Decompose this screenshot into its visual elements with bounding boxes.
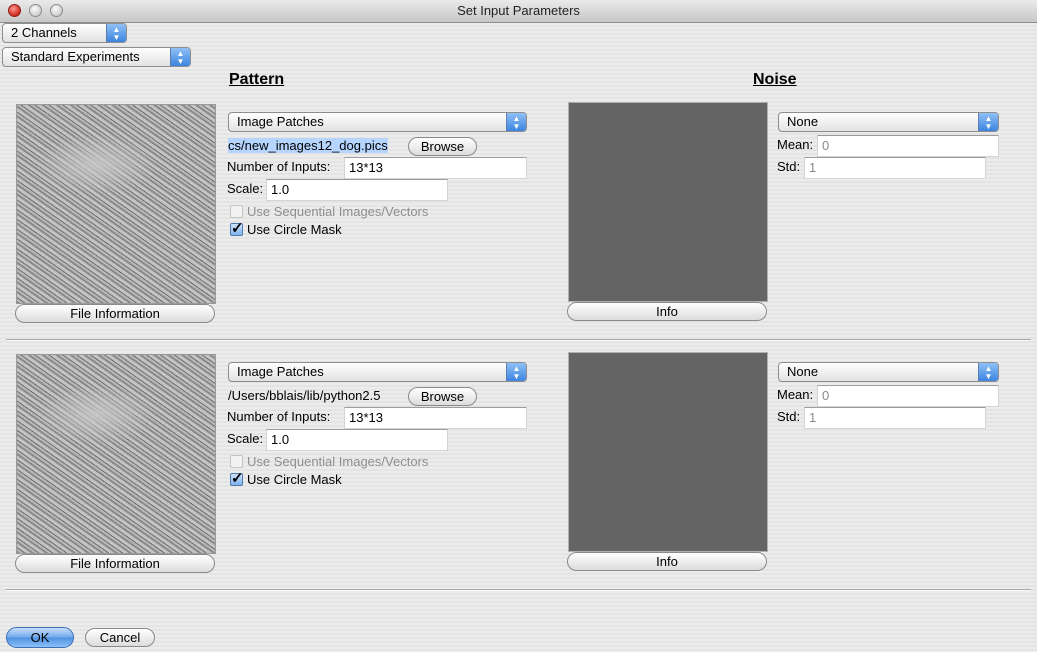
scale-label: Scale:: [227, 181, 264, 196]
noise-info-button[interactable]: Info: [567, 552, 767, 571]
num-inputs-label: Number of Inputs:: [227, 409, 331, 424]
window-title: Set Input Parameters: [457, 3, 580, 18]
noise-type-select[interactable]: None ▲ ▼: [778, 362, 999, 382]
file-path-value: /Users/bblais/lib/python2.5: [228, 388, 381, 403]
pattern-type-value: Image Patches: [237, 364, 324, 379]
popup-arrows-icon: ▲ ▼: [978, 363, 998, 381]
pattern-type-select[interactable]: Image Patches ▲ ▼: [228, 362, 527, 382]
num-inputs-field[interactable]: 13*13: [344, 157, 527, 179]
scale-label: Scale:: [227, 431, 264, 446]
noise-heading: Noise: [753, 71, 797, 88]
file-path-field[interactable]: cs/new_images12_dog.pics: [226, 136, 407, 158]
circle-mask-checkbox[interactable]: [230, 469, 244, 487]
noise-preview: [568, 102, 768, 302]
std-field[interactable]: 1: [804, 407, 986, 429]
mean-field[interactable]: 0: [817, 385, 999, 407]
ok-button[interactable]: OK: [6, 627, 74, 648]
sequential-label: Use Sequential Images/Vectors: [247, 204, 429, 219]
noise-type-value: None: [787, 364, 819, 379]
circle-mask-checkbox[interactable]: [230, 219, 244, 237]
pattern-heading: Pattern: [229, 71, 285, 88]
popup-arrows-icon: ▲ ▼: [978, 113, 998, 131]
noise-type-select[interactable]: None ▲ ▼: [778, 112, 999, 132]
cancel-button[interactable]: Cancel: [85, 628, 155, 647]
file-path-field[interactable]: /Users/bblais/lib/python2.5: [226, 386, 407, 408]
experiments-select-value: Standard Experiments: [11, 49, 140, 64]
popup-arrows-icon: ▲ ▼: [170, 48, 190, 66]
popup-arrows-icon: ▲ ▼: [506, 363, 526, 381]
std-label: Std:: [777, 409, 801, 424]
scale-field[interactable]: 1.0: [266, 429, 448, 451]
circle-mask-label: Use Circle Mask: [247, 472, 342, 487]
pattern-image-preview: [16, 354, 216, 554]
popup-arrows-icon: ▲ ▼: [506, 113, 526, 131]
popup-arrows-icon: ▲ ▼: [106, 24, 126, 42]
num-inputs-label: Number of Inputs:: [227, 159, 331, 174]
mean-label: Mean:: [777, 387, 814, 402]
noise-info-button[interactable]: Info: [567, 302, 767, 321]
noise-preview: [568, 352, 768, 552]
mean-label: Mean:: [777, 137, 814, 152]
browse-button[interactable]: Browse: [408, 387, 477, 406]
sequential-label: Use Sequential Images/Vectors: [247, 454, 429, 469]
std-field[interactable]: 1: [804, 157, 986, 179]
noise-type-value: None: [787, 114, 819, 129]
sequential-checkbox[interactable]: [230, 455, 243, 468]
sequential-checkbox[interactable]: [230, 205, 243, 218]
channels-select[interactable]: 2 Channels ▲ ▼: [2, 23, 127, 43]
experiments-select[interactable]: Standard Experiments ▲ ▼: [2, 47, 191, 67]
scale-field[interactable]: 1.0: [266, 179, 448, 201]
pattern-type-value: Image Patches: [237, 114, 324, 129]
footer-divider: [6, 589, 1031, 591]
channels-select-value: 2 Channels: [11, 25, 77, 40]
file-information-button[interactable]: File Information: [15, 554, 215, 573]
num-inputs-field[interactable]: 13*13: [344, 407, 527, 429]
channel-divider: [6, 339, 1031, 341]
pattern-type-select[interactable]: Image Patches ▲ ▼: [228, 112, 527, 132]
std-label: Std:: [777, 159, 801, 174]
pattern-image-preview: [16, 104, 216, 304]
mean-field[interactable]: 0: [817, 135, 999, 157]
title-bar: Set Input Parameters: [0, 0, 1037, 23]
circle-mask-label: Use Circle Mask: [247, 222, 342, 237]
browse-button[interactable]: Browse: [408, 137, 477, 156]
file-path-value: cs/new_images12_dog.pics: [228, 138, 388, 153]
file-information-button[interactable]: File Information: [15, 304, 215, 323]
